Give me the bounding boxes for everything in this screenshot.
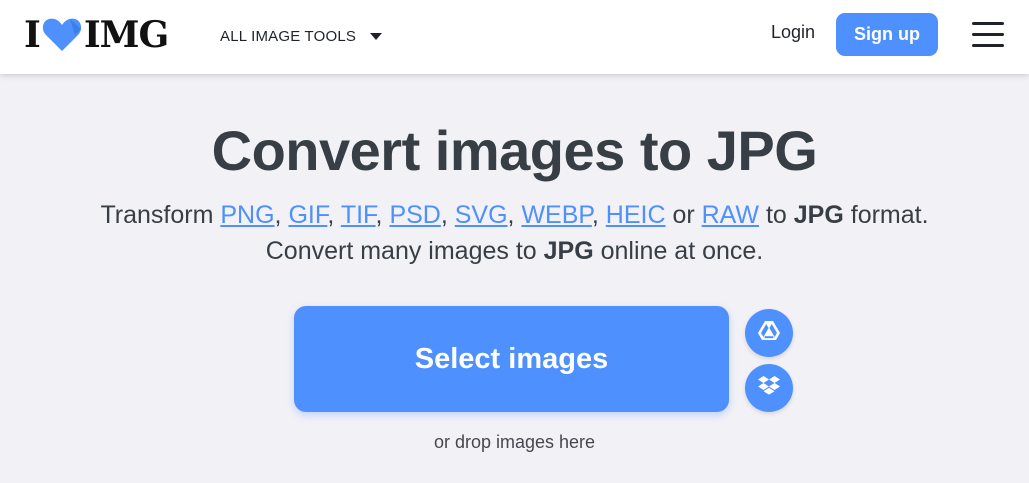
format-link-gif[interactable]: GIF [288, 201, 327, 229]
google-drive-icon [757, 320, 781, 347]
google-drive-button[interactable] [745, 309, 793, 357]
subtitle-line2-prefix: Convert many images to [265, 237, 544, 265]
format-link-heic[interactable]: HEIC [606, 201, 666, 229]
hamburger-menu-icon[interactable] [972, 21, 1004, 47]
subtitle-target-format: JPG [793, 201, 844, 229]
signup-button[interactable]: Sign up [836, 13, 938, 56]
all-image-tools-dropdown[interactable]: ALL IMAGE TOOLS [220, 24, 383, 48]
drop-hint-text: or drop images here [433, 432, 596, 452]
all-image-tools-label: ALL IMAGE TOOLS [220, 27, 357, 45]
page-title: Convert images to JPG [211, 119, 818, 182]
format-link-webp[interactable]: WEBP [521, 201, 591, 229]
subtitle-line2-suffix: online at once. [593, 237, 764, 265]
subtitle-line-2: Convert many images to JPG online at onc… [0, 233, 1029, 269]
dropbox-button[interactable] [745, 364, 793, 412]
format-link-psd[interactable]: PSD [389, 201, 440, 229]
subtitle-line-1: Transform PNG, GIF, TIF, PSD, SVG, WEBP,… [100, 201, 929, 229]
subtitle-or: or [665, 201, 702, 229]
format-link-svg[interactable]: SVG [455, 201, 508, 229]
caret-down-icon [370, 32, 383, 40]
heart-icon [42, 17, 82, 53]
page-subtitle: Transform PNG, GIF, TIF, PSD, SVG, WEBP,… [0, 197, 1029, 269]
subtitle-line2-target: JPG [543, 237, 594, 265]
subtitle-to: to [759, 201, 794, 229]
subtitle-suffix: format. [843, 201, 929, 229]
top-header: I IMG ALL IMAGE TOOLS Login Sign up [0, 0, 1029, 74]
dropbox-icon [757, 375, 781, 402]
format-link-png[interactable]: PNG [220, 201, 274, 229]
subtitle-prefix: Transform [100, 201, 221, 229]
site-logo[interactable]: I IMG [24, 14, 169, 56]
select-images-button[interactable]: Select images [294, 306, 729, 412]
format-link-raw[interactable]: RAW [702, 201, 759, 229]
format-link-tif[interactable]: TIF [341, 201, 376, 229]
login-link[interactable]: Login [771, 22, 815, 43]
logo-text-right: IMG [83, 14, 169, 56]
logo-text-left: I [24, 14, 41, 56]
